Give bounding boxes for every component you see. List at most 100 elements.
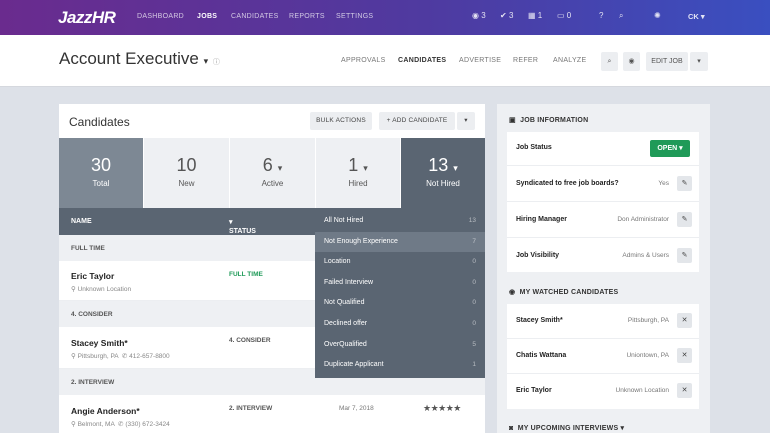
watched-name[interactable]: Eric Taylor <box>516 387 552 394</box>
remove-x-icon[interactable]: ✕ <box>677 313 692 328</box>
watched-row[interactable]: Stacey Smith* Pittsburgh, PA ✕ <box>507 304 699 339</box>
hiring-manager-row: Hiring Manager Don Administrator ✎ <box>507 202 699 238</box>
hiring-manager-value: Don Administrator <box>617 216 669 223</box>
syndicated-value: Yes <box>658 180 669 187</box>
dropdown-label: Declined offer <box>324 320 368 327</box>
dropdown-count: 5 <box>472 341 476 348</box>
stat-active[interactable]: 6 ▾ Active <box>230 138 315 208</box>
pencil-edit-icon[interactable]: ✎ <box>677 248 692 263</box>
candidate-name[interactable]: Eric Taylor <box>71 271 114 281</box>
watched-row[interactable]: Chatis Wattana Uniontown, PA ✕ <box>507 339 699 374</box>
dropdown-item[interactable]: Not Qualified 0 <box>315 293 485 313</box>
job-info-title: JOB INFORMATION <box>520 117 589 124</box>
stat-active-num: 6 ▾ <box>230 155 315 176</box>
nav-reports[interactable]: REPORTS <box>289 13 325 20</box>
dropdown-item[interactable]: Location 0 <box>315 252 485 272</box>
chevron-down-icon: ▾ <box>277 163 283 173</box>
pencil-edit-icon[interactable]: ✎ <box>677 176 692 191</box>
tab-approvals[interactable]: APPROVALS <box>341 57 386 64</box>
col-status[interactable]: STATUS ▾ <box>229 218 256 235</box>
dropdown-item[interactable]: Failed Interview 0 <box>315 273 485 293</box>
chat-icon: ◙ <box>509 425 514 432</box>
job-title[interactable]: Account Executive ▾ ⓘ <box>59 49 220 69</box>
dropdown-count: 7 <box>472 238 476 245</box>
stat-hired-num: 1 ▾ <box>316 155 400 176</box>
tab-analyze[interactable]: ANALYZE <box>553 57 586 64</box>
briefcase-icon: ▣ <box>509 117 516 124</box>
jazzhr-logo[interactable]: JazzHR <box>58 8 116 28</box>
job-info-box: Job Status OPEN ▾ Syndicated to free job… <box>507 132 699 272</box>
check-icon[interactable]: ✔ 3 <box>500 11 513 20</box>
pencil-edit-icon[interactable]: ✎ <box>677 212 692 227</box>
tab-refer[interactable]: REFER <box>513 57 538 64</box>
candidate-name[interactable]: Angie Anderson* <box>71 406 140 416</box>
dropdown-item[interactable]: OverQualified 5 <box>315 335 485 355</box>
dropdown-label: Location <box>324 258 351 265</box>
stat-total-num: 30 <box>90 155 112 175</box>
location-text: Unknown Location <box>77 286 132 293</box>
bulk-actions-button[interactable]: BULK ACTIONS <box>310 112 372 130</box>
candidate-name[interactable]: Stacey Smith* <box>71 338 128 348</box>
watched-location: Pittsburgh, PA <box>627 317 669 324</box>
group-label: 2. INTERVIEW <box>71 379 115 386</box>
stat-new[interactable]: 10 New <box>144 138 229 208</box>
dropdown-item[interactable]: Declined offer 0 <box>315 314 485 334</box>
nav-dashboard[interactable]: DASHBOARD <box>137 13 184 20</box>
remove-x-icon[interactable]: ✕ <box>677 383 692 398</box>
table-row[interactable]: Angie Anderson* ⚲ Belmont, MA ✆ (330) 67… <box>59 395 485 433</box>
add-candidate-dropdown[interactable]: ▾ <box>457 112 475 130</box>
candidate-location: ⚲ Belmont, MA ✆ (330) 672-3424 <box>71 421 170 428</box>
search-icon[interactable]: ⌕ <box>619 11 623 21</box>
watched-name[interactable]: Chatis Wattana <box>516 352 566 359</box>
rating-stars[interactable]: ★★★★★ <box>423 403 461 414</box>
dropdown-item[interactable]: Not Enough Experience 7 <box>315 232 485 252</box>
nav-settings[interactable]: SETTINGS <box>336 13 373 20</box>
edit-job-button[interactable]: EDIT JOB <box>646 52 688 71</box>
user-menu[interactable]: CK ▾ <box>688 12 705 21</box>
top-nav: JazzHR DASHBOARD JOBS CANDIDATES REPORTS… <box>0 0 770 35</box>
preview-eye-icon[interactable]: ◉ <box>623 52 640 71</box>
stat-not-hired[interactable]: 13 ▾ Not Hired <box>401 138 485 208</box>
caret-down-icon[interactable]: ▾ <box>204 56 209 66</box>
tab-candidates[interactable]: CANDIDATES <box>398 57 446 64</box>
dropdown-item[interactable]: All Not Hired 13 <box>315 211 485 231</box>
user-initials: CK <box>688 12 699 21</box>
job-info-header: ▣ JOB INFORMATION <box>509 116 588 124</box>
dropdown-count: 0 <box>472 320 476 327</box>
check-count: 3 <box>508 11 514 20</box>
stat-active-label: Active <box>261 179 284 188</box>
phone-text: (330) 672-3424 <box>125 421 170 428</box>
dropdown-label: OverQualified <box>324 341 367 348</box>
stat-hired[interactable]: 1 ▾ Hired <box>316 138 400 208</box>
dropdown-item[interactable]: Duplicate Applicant 1 <box>315 355 485 375</box>
group-label: FULL TIME <box>71 245 105 252</box>
info-icon[interactable]: ⓘ <box>213 59 220 66</box>
inbox-icon[interactable]: ▭ 0 <box>557 11 571 20</box>
remove-x-icon[interactable]: ✕ <box>677 348 692 363</box>
watched-row[interactable]: Eric Taylor Unknown Location ✕ <box>507 374 699 409</box>
stat-total[interactable]: 30 Total <box>59 138 143 208</box>
nav-jobs[interactable]: JOBS <box>197 13 217 20</box>
settings-gear-icon[interactable]: ✺ <box>654 11 661 20</box>
candidate-date: Mar 7, 2018 <box>339 405 374 412</box>
job-status-open-button[interactable]: OPEN ▾ <box>650 140 690 157</box>
interviews-title: MY UPCOMING INTERVIEWS <box>517 425 619 432</box>
edit-job-dropdown[interactable]: ▾ <box>690 52 708 71</box>
nav-candidates[interactable]: CANDIDATES <box>231 13 279 20</box>
hiring-manager-label: Hiring Manager <box>516 216 567 223</box>
watched-name[interactable]: Stacey Smith* <box>516 317 563 324</box>
watch-icon[interactable]: ◉ 3 <box>472 11 486 20</box>
location-text: Belmont, MA <box>77 421 115 428</box>
tab-advertise[interactable]: ADVERTISE <box>459 57 501 64</box>
calendar-icon[interactable]: ▦ 1 <box>528 11 542 20</box>
job-status-row: Job Status OPEN ▾ <box>507 132 699 166</box>
dropdown-count: 0 <box>472 258 476 265</box>
col-name[interactable]: NAME <box>71 218 92 225</box>
job-header: Account Executive ▾ ⓘ APPROVALS CANDIDAT… <box>0 35 770 87</box>
job-visibility-label: Job Visibility <box>516 252 560 259</box>
add-candidate-button[interactable]: + ADD CANDIDATE <box>379 112 455 130</box>
help-icon[interactable]: ? <box>599 11 603 20</box>
candidate-status: 2. INTERVIEW <box>229 405 273 412</box>
interviews-header[interactable]: ◙ MY UPCOMING INTERVIEWS ▾ <box>509 424 624 432</box>
search-button[interactable]: ⌕ <box>601 52 618 71</box>
